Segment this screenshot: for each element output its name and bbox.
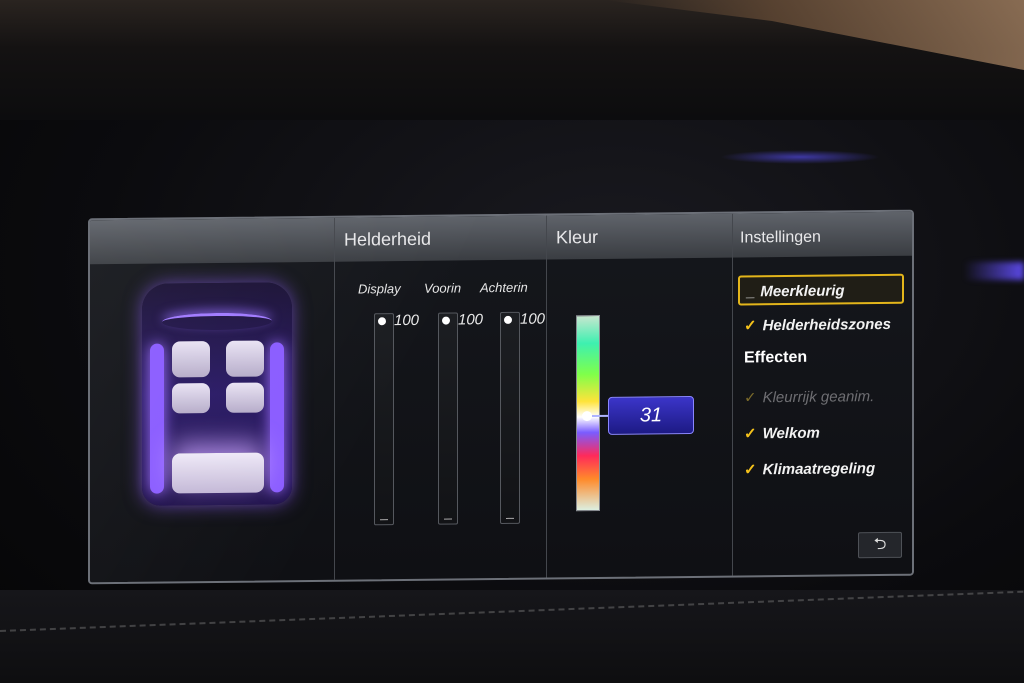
infotainment-screen: Helderheid Kleur Instellingen Display Vo… [88,209,914,585]
slider-knob[interactable] [504,315,512,324]
slider-knob[interactable] [378,317,386,326]
achterin-brightness-slider[interactable] [500,311,520,525]
column-title-instellingen: Instellingen [740,228,821,247]
color-pointer-line [592,414,608,418]
front-left-seatback [172,383,210,414]
section-heading-effecten: Effecten [744,348,808,367]
menu-item-helderheidszones[interactable]: ✓ Helderheidszones [738,310,904,342]
check-icon: ✓ [744,461,757,479]
check-icon: ✓ [744,389,757,407]
display-brightness-value: 100 [394,311,420,330]
voorin-brightness-value: 100 [458,311,484,329]
ambient-front-glow [162,312,272,331]
color-slider-knob[interactable] [582,411,592,422]
ambient-light-right [964,262,1024,280]
color-value-badge: 31 [608,395,694,435]
car-interior-illustration [142,282,292,506]
column-divider [546,215,547,578]
menu-item-label: Kleurrijk geanim. [762,388,875,407]
dashboard-bottom [0,590,1024,683]
column-title-helderheid: Helderheid [344,228,432,250]
front-right-seat [226,340,264,377]
slider-knob[interactable] [442,316,450,325]
back-button[interactable]: ⮌ [858,531,902,559]
ambient-left-glow [150,343,164,494]
slider-label-achterin: Achterin [480,279,528,296]
menu-item-label: Welkom [762,424,820,443]
front-right-seatback [226,382,264,413]
menu-item-label: Klimaatregeling [762,460,876,479]
ambient-right-glow [270,342,284,493]
menu-item-welkom[interactable]: ✓ Welkom [738,418,904,450]
front-left-seat [172,341,210,378]
rear-bench [172,452,264,494]
display-brightness-slider[interactable] [374,313,394,526]
check-icon: ✓ [744,425,757,443]
achterin-brightness-value: 100 [520,310,546,328]
column-divider [334,217,335,580]
voorin-brightness-slider[interactable] [438,312,458,525]
menu-item-kleurrijk-geanim[interactable]: ✓ Kleurrijk geanim. [738,382,904,414]
column-title-kleur: Kleur [556,226,599,248]
slider-label-display: Display [358,281,401,297]
menu-item-label: Meerkleurig [760,282,845,301]
slider-label-voorin: Voorin [424,280,462,296]
menu-item-meerkleurig[interactable]: _ Meerkleurig [738,273,904,306]
column-divider [732,213,733,576]
ambient-light-top [720,150,880,164]
menu-item-label: Helderheidszones [762,315,891,335]
menu-item-klimaatregeling[interactable]: ✓ Klimaatregeling [738,454,904,486]
back-icon: ⮌ [873,535,887,554]
check-icon: ✓ [744,317,757,335]
